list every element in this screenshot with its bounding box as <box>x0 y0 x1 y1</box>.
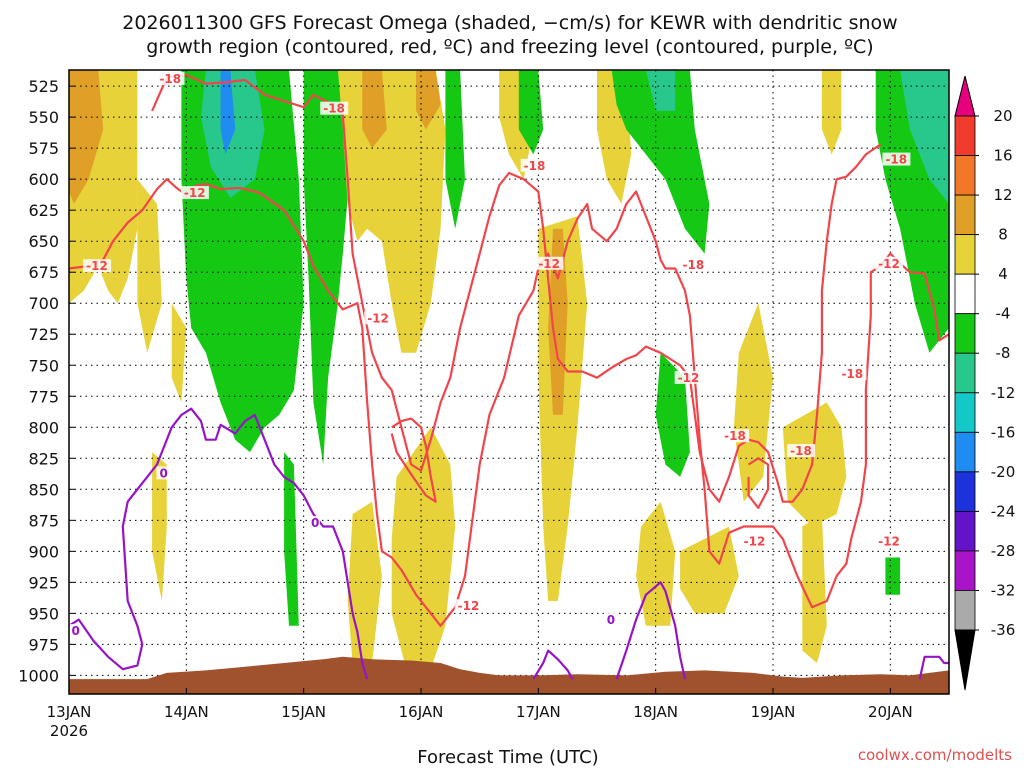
chart-title-line-2: growth region (contoured, red, ºC) and f… <box>146 36 873 58</box>
omega-region-13 <box>347 501 382 663</box>
chart-title-line-1: 2026011300 GFS Forecast Omega (shaded, −… <box>122 12 897 34</box>
y-tick-label-550: 550 <box>28 108 59 127</box>
freezing-level-label-21: 0 <box>311 516 319 530</box>
pressure-axis: 525 550 575 600 625 650 675 700 725 750 775 800 825 8… <box>18 77 75 685</box>
colorbar-bin-9 <box>954 471 976 512</box>
y-tick-label-775: 775 <box>28 387 59 406</box>
omega-region-4 <box>171 303 187 403</box>
omega-time-height-chart: 2026011300 GFS Forecast Omega (shaded, −… <box>18 12 1016 768</box>
colorbar-bin-7 <box>954 392 976 433</box>
colorbar-bin-0 <box>954 115 976 156</box>
dgz-label-2: -18 <box>524 159 546 173</box>
dgz-label-6: -18 <box>841 367 863 381</box>
freezing-level-label-19: 0 <box>159 466 167 480</box>
colorbar-label-9: -20 <box>991 463 1016 481</box>
x-tick-label-19jan: 19JAN <box>751 703 796 721</box>
dgz-label-3: -18 <box>683 258 705 272</box>
credit-text: coolwx.com/modelts <box>858 746 1012 764</box>
dgz-label-15: -12 <box>878 257 900 271</box>
y-tick-label-675: 675 <box>28 263 59 282</box>
dgz-label-13: -12 <box>678 371 700 385</box>
colorbar-label-12: -32 <box>991 581 1016 599</box>
colorbar-bin-5 <box>954 313 976 354</box>
freezing-level-label-20: 0 <box>71 624 79 638</box>
y-tick-label-950: 950 <box>28 604 59 623</box>
y-tick-label-825: 825 <box>28 449 59 468</box>
colorbar-label-5: -4 <box>996 305 1011 323</box>
dgz-label-4: -18 <box>724 429 746 443</box>
colorbar-label-10: -24 <box>991 502 1016 520</box>
y-tick-label-1000: 1000 <box>18 666 59 685</box>
y-tick-label-525: 525 <box>28 77 59 96</box>
dgz-label-12: -12 <box>538 257 560 271</box>
omega-region-32 <box>885 557 901 595</box>
colorbar-label-0: 20 <box>993 107 1012 125</box>
colorbar-label-4: 4 <box>998 265 1008 283</box>
y-tick-label-875: 875 <box>28 511 59 530</box>
colorbar-label-2: 12 <box>993 186 1012 204</box>
colorbar-label-11: -28 <box>991 542 1016 560</box>
x-tick-label-14jan: 14JAN <box>164 703 209 721</box>
y-tick-label-975: 975 <box>28 635 59 654</box>
omega-shading <box>69 70 949 670</box>
omega-region-29 <box>821 70 842 155</box>
x-tick-label-13jan: 13JAN <box>47 703 92 721</box>
dgz-label-8: -12 <box>86 259 108 273</box>
y-tick-label-700: 700 <box>28 294 59 313</box>
colorbar-top-arrow <box>954 75 976 117</box>
colorbar: 20 16 12 8 4 -4 -8 -12 -16 -20 -24 -28 -32 -36 <box>954 75 1016 691</box>
omega-region-15 <box>445 70 465 229</box>
y-tick-label-925: 925 <box>28 573 59 592</box>
dgz-label-16: -12 <box>878 535 900 549</box>
y-tick-label-750: 750 <box>28 356 59 375</box>
colorbar-bin-12 <box>954 590 976 631</box>
colorbar-label-13: -36 <box>991 621 1016 639</box>
colorbar-label-8: -16 <box>991 423 1016 441</box>
dgz-label-9: -12 <box>184 186 206 200</box>
y-tick-label-600: 600 <box>28 170 59 189</box>
colorbar-bin-3 <box>954 234 976 275</box>
y-tick-label-725: 725 <box>28 325 59 344</box>
time-axis: 13JAN2026 14JAN 15JAN 16JAN 17JAN 18JAN 19JAN 2… <box>47 688 913 740</box>
freezing-level-label-24: 0 <box>607 613 615 627</box>
colorbar-label-6: -8 <box>996 344 1011 362</box>
colorbar-bin-6 <box>954 352 976 394</box>
colorbar-bin-10 <box>954 510 976 552</box>
omega-region-28 <box>802 514 827 663</box>
dgz-label-1: -18 <box>323 102 345 116</box>
y-tick-label-650: 650 <box>28 232 59 251</box>
colorbar-label-1: 16 <box>993 147 1012 165</box>
dgz-label-0: -18 <box>159 72 181 86</box>
dgz-label-7: -18 <box>885 153 907 167</box>
y-tick-label-850: 850 <box>28 480 59 499</box>
x-tick-label-16jan: 16JAN <box>399 703 444 721</box>
x-tick-label-20jan: 20JAN <box>868 703 913 721</box>
x-tick-sublabel-year: 2026 <box>50 722 88 740</box>
colorbar-bin-2 <box>954 194 976 236</box>
colorbar-bin-4 <box>954 273 976 315</box>
dgz-label-5: -18 <box>790 444 812 458</box>
colorbar-bin-1 <box>954 155 976 196</box>
x-axis-label: Forecast Time (UTC) <box>417 747 598 768</box>
colorbar-bin-11 <box>954 550 976 591</box>
chart-stage: 2026011300 GFS Forecast Omega (shaded, −… <box>0 0 1024 768</box>
dgz-label-11: -12 <box>458 599 480 613</box>
x-tick-label-18jan: 18JAN <box>633 703 678 721</box>
dgz-label-10: -12 <box>367 311 389 325</box>
x-tick-label-15jan: 15JAN <box>281 703 326 721</box>
x-tick-label-17jan: 17JAN <box>516 703 561 721</box>
y-tick-label-800: 800 <box>28 418 59 437</box>
omega-region-27 <box>782 402 847 527</box>
colorbar-label-7: -12 <box>991 384 1016 402</box>
dgz-label-14: -12 <box>744 535 766 549</box>
colorbar-bottom-arrow <box>954 629 976 691</box>
colorbar-bin-8 <box>954 431 976 473</box>
y-tick-label-625: 625 <box>28 201 59 220</box>
y-tick-label-900: 900 <box>28 542 59 561</box>
omega-region-2 <box>137 179 162 353</box>
colorbar-label-3: 8 <box>998 226 1008 244</box>
y-tick-label-575: 575 <box>28 139 59 158</box>
